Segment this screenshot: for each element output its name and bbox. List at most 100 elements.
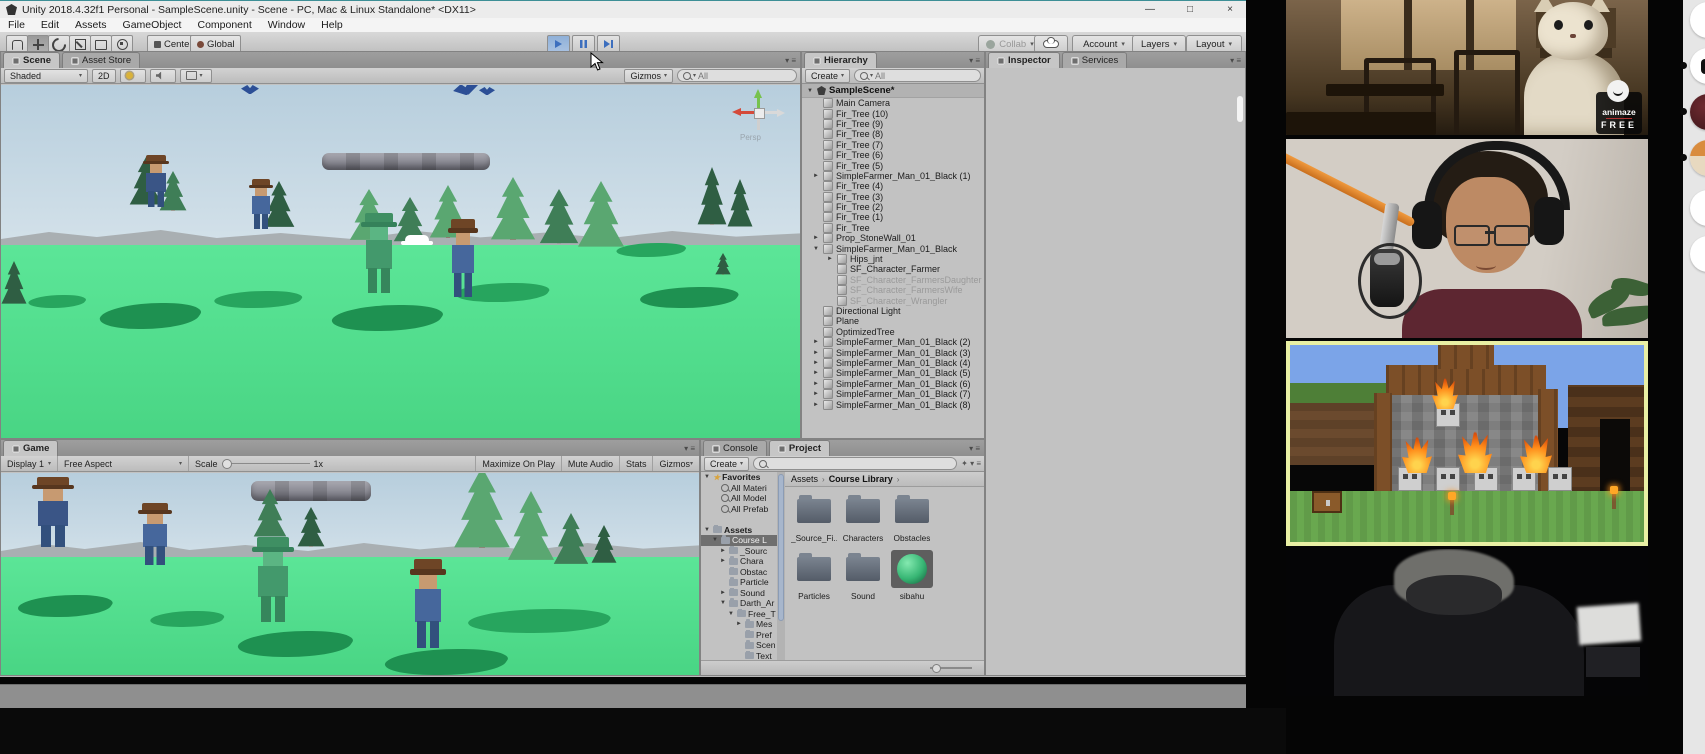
project-tree-scrollbar[interactable]: [777, 472, 785, 661]
farmer-character[interactable]: [248, 179, 274, 231]
webcam-panel-cat-avatar[interactable]: animaze FREE: [1286, 0, 1648, 135]
expand-arrow-icon[interactable]: ►: [812, 381, 820, 387]
project-tree-item[interactable]: Particle: [701, 577, 777, 588]
aspect-dropdown[interactable]: Free Aspect▾: [57, 456, 188, 471]
game-toolbar-mute-audio[interactable]: Mute Audio: [561, 456, 619, 471]
tab-asset-store[interactable]: Asset Store: [62, 52, 140, 68]
2d-toggle[interactable]: 2D: [92, 69, 116, 83]
persp-label[interactable]: Persp: [740, 133, 761, 142]
flying-object[interactable]: [241, 85, 259, 94]
hierarchy-create-dropdown[interactable]: Create▾: [805, 69, 850, 83]
hierarchy-item[interactable]: ▼SimpleFarmer_Man_01_Black: [802, 243, 984, 253]
fir-tree[interactable]: [697, 167, 727, 237]
farmer-character[interactable]: [142, 155, 170, 209]
expand-arrow-icon[interactable]: ►: [812, 360, 820, 366]
hierarchy-item[interactable]: ►SimpleFarmer_Man_01_Black (2): [802, 337, 984, 347]
project-tree-item[interactable]: ▼Assets: [701, 525, 777, 536]
thumbnail-zoom-slider[interactable]: [930, 667, 972, 669]
tab-game[interactable]: Game: [3, 440, 58, 456]
hierarchy-item[interactable]: ►SimpleFarmer_Man_01_Black (8): [802, 399, 984, 409]
expand-arrow-icon[interactable]: ►: [812, 235, 820, 241]
project-tree-item[interactable]: Scen: [701, 640, 777, 651]
asset-folder[interactable]: Particles: [791, 550, 837, 606]
hierarchy-item[interactable]: SF_Character_FarmersWife: [802, 285, 984, 295]
game-viewport[interactable]: [1, 473, 699, 675]
breadcrumb-item[interactable]: Assets: [791, 474, 818, 484]
hierarchy-item[interactable]: OptimizedTree: [802, 327, 984, 337]
expand-arrow-icon[interactable]: ▼: [806, 88, 814, 94]
lighting-toggle[interactable]: [120, 69, 146, 83]
tab-scene[interactable]: Scene: [3, 52, 60, 68]
hierarchy-item[interactable]: ►Prop_StoneWall_01: [802, 233, 984, 243]
expand-arrow-icon[interactable]: ►: [812, 339, 820, 345]
expand-arrow-icon[interactable]: ►: [812, 173, 820, 179]
expand-arrow-icon[interactable]: ►: [719, 558, 727, 564]
tab-project[interactable]: Project: [769, 440, 830, 456]
scene-root-row[interactable]: ▼ SampleScene*: [802, 84, 984, 98]
expand-arrow-icon[interactable]: ▼: [703, 527, 711, 533]
scale-slider-track[interactable]: [222, 463, 310, 465]
hierarchy-item[interactable]: Fir_Tree (6): [802, 150, 984, 160]
project-tree-item[interactable]: All Prefab: [701, 504, 777, 515]
display-dropdown[interactable]: Display 1▾: [1, 456, 57, 471]
effects-dropdown[interactable]: ▾: [180, 69, 212, 83]
expand-arrow-icon[interactable]: ►: [812, 350, 820, 356]
panel-menu-icons[interactable]: ▾ ≡: [969, 444, 984, 456]
project-tree-item[interactable]: ►Chara: [701, 556, 777, 567]
panel-menu-icons[interactable]: ▾ ≡: [969, 56, 984, 68]
menu-edit[interactable]: Edit: [33, 19, 67, 31]
expand-arrow-icon[interactable]: ►: [719, 590, 727, 596]
asset-folder[interactable]: Sound: [840, 550, 886, 606]
avatar-1[interactable]: [1690, 2, 1705, 38]
hierarchy-item[interactable]: Fir_Tree (5): [802, 160, 984, 170]
menu-file[interactable]: File: [0, 19, 33, 31]
project-search-input[interactable]: [753, 457, 957, 470]
asset-folder[interactable]: Obstacles: [889, 492, 935, 548]
stone-wall[interactable]: [322, 153, 490, 170]
expand-arrow-icon[interactable]: ►: [826, 256, 834, 262]
flying-object[interactable]: [452, 85, 480, 98]
hierarchy-item[interactable]: ►SimpleFarmer_Man_01_Black (3): [802, 347, 984, 357]
project-tree-item[interactable]: ►Mes: [701, 619, 777, 630]
scene-viewport[interactable]: Persp: [1, 85, 800, 438]
project-options-icons[interactable]: ✦ ▾ ≡: [961, 459, 981, 468]
expand-arrow-icon[interactable]: ►: [812, 370, 820, 376]
panel-menu-icons[interactable]: ▾ ≡: [684, 444, 699, 456]
tab-services[interactable]: Services: [1062, 52, 1127, 68]
avatar-5[interactable]: [1690, 190, 1705, 226]
expand-arrow-icon[interactable]: ▼: [727, 611, 735, 617]
close-button[interactable]: ×: [1220, 4, 1240, 15]
ghost-farmer-character[interactable]: [360, 213, 398, 295]
project-tree-item[interactable]: All Materi: [701, 483, 777, 494]
panel-menu-icons[interactable]: ▾ ≡: [785, 56, 800, 68]
hierarchy-item[interactable]: ►SimpleFarmer_Man_01_Black (6): [802, 379, 984, 389]
scale-slider[interactable]: Scale 1x: [188, 456, 329, 471]
menu-component[interactable]: Component: [189, 19, 259, 31]
scene-search-input[interactable]: ▾ All: [677, 69, 797, 82]
menu-window[interactable]: Window: [260, 19, 313, 31]
tab-inspector[interactable]: Inspector: [988, 52, 1060, 68]
orientation-gizmo[interactable]: Persp: [734, 89, 784, 139]
hierarchy-item[interactable]: Fir_Tree (1): [802, 212, 984, 222]
game-toolbar-maximize-on-play[interactable]: Maximize On Play: [475, 456, 561, 471]
asset-folder[interactable]: _Source_Fi...: [791, 492, 837, 548]
project-tree-item[interactable]: ▼Darth_Ar: [701, 598, 777, 609]
hierarchy-item[interactable]: ►SimpleFarmer_Man_01_Black (7): [802, 389, 984, 399]
webcam-panel-dark[interactable]: [1286, 549, 1648, 696]
inspector-scrollbar[interactable]: [1237, 96, 1243, 122]
flying-object[interactable]: [479, 87, 495, 95]
hierarchy-search-input[interactable]: ▾ All: [854, 69, 981, 82]
expand-arrow-icon[interactable]: ▼: [703, 474, 711, 480]
expand-arrow-icon[interactable]: ►: [719, 548, 727, 554]
hierarchy-item[interactable]: Plane: [802, 316, 984, 326]
avatar-2[interactable]: [1690, 48, 1705, 84]
project-tree-item[interactable]: ►_Sourc: [701, 546, 777, 557]
tab-console[interactable]: Console: [703, 440, 767, 456]
game-toolbar-gizmos[interactable]: Gizmos▾: [652, 456, 699, 471]
expand-arrow-icon[interactable]: ►: [812, 391, 820, 397]
minimize-button[interactable]: —: [1140, 4, 1160, 15]
project-tree-item[interactable]: All Model: [701, 493, 777, 504]
menu-gameobject[interactable]: GameObject: [115, 19, 190, 31]
hierarchy-item[interactable]: ►SimpleFarmer_Man_01_Black (5): [802, 368, 984, 378]
project-tree-item[interactable]: ▼Free_T: [701, 609, 777, 620]
